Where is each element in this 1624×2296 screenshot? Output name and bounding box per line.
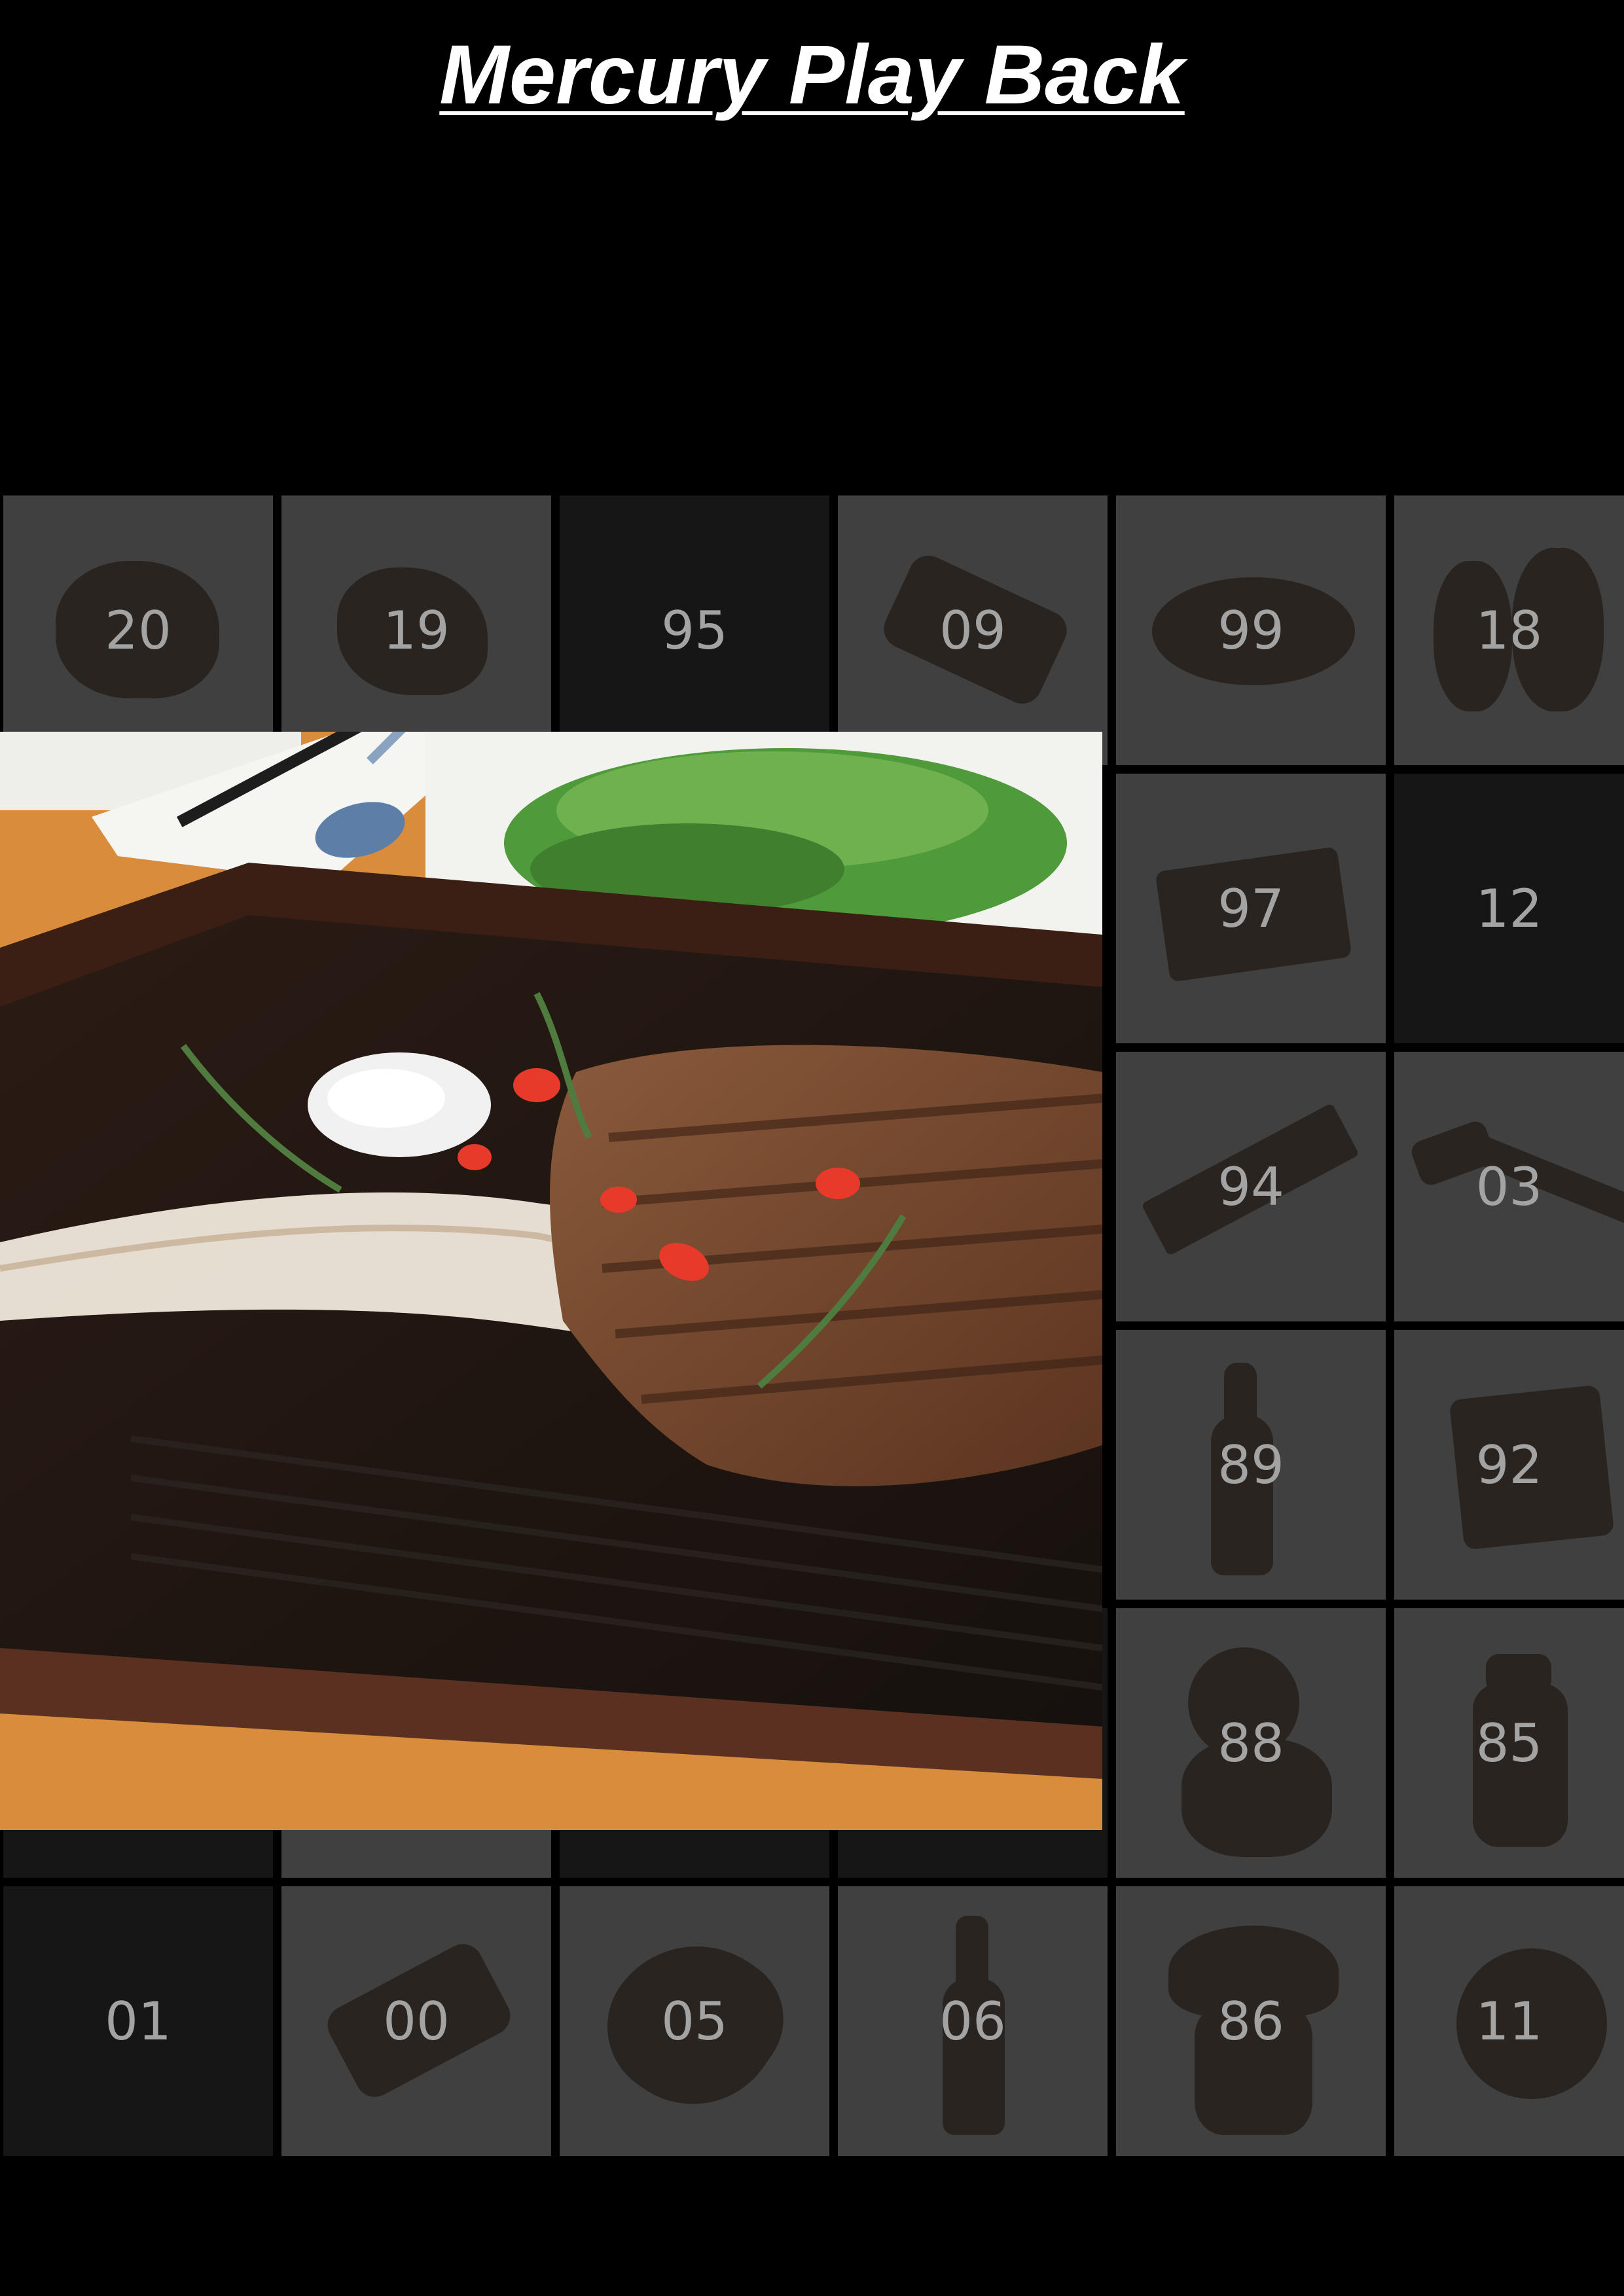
tile-label: 92 bbox=[1475, 1434, 1543, 1496]
tile-label: 19 bbox=[383, 600, 450, 661]
tile-09[interactable]: 09 bbox=[838, 495, 1108, 765]
steak-photo[interactable] bbox=[0, 732, 1102, 1830]
tile-86[interactable]: 86 bbox=[1116, 1886, 1386, 2156]
tile-label: 85 bbox=[1475, 1712, 1543, 1774]
tile-label: 18 bbox=[1475, 600, 1543, 661]
tile-label: 88 bbox=[1218, 1712, 1284, 1774]
steak-photo-image bbox=[0, 732, 1102, 1830]
tile-20[interactable]: 20 bbox=[3, 495, 273, 765]
tile-88[interactable]: 88 bbox=[1116, 1608, 1386, 1878]
tile-89[interactable]: 89 bbox=[1116, 1330, 1386, 1600]
tile-95[interactable]: 95 bbox=[560, 495, 829, 765]
tile-label: 03 bbox=[1475, 1156, 1543, 1217]
tile-label: 05 bbox=[661, 1990, 728, 2052]
tile-label: 89 bbox=[1218, 1434, 1284, 1496]
tile-18[interactable]: 18 bbox=[1394, 495, 1624, 765]
tile-label: 20 bbox=[105, 600, 171, 661]
tile-label: 95 bbox=[661, 600, 728, 661]
tile-label: 94 bbox=[1218, 1156, 1284, 1217]
tile-label: 12 bbox=[1475, 878, 1543, 939]
tile-97[interactable]: 97 bbox=[1116, 774, 1386, 1043]
tile-06[interactable]: 06 bbox=[838, 1886, 1108, 2156]
tile-11[interactable]: 11 bbox=[1394, 1886, 1624, 2156]
app-title: Mercury Play Back bbox=[439, 28, 1185, 122]
tile-01[interactable]: 01 bbox=[3, 1886, 273, 2156]
tile-label: 99 bbox=[1218, 600, 1284, 661]
tile-label: 86 bbox=[1218, 1990, 1284, 2052]
tile-85[interactable]: 85 bbox=[1394, 1608, 1624, 1878]
tile-03[interactable]: 03 bbox=[1394, 1052, 1624, 1321]
tile-label: 00 bbox=[383, 1990, 450, 2052]
tile-19[interactable]: 19 bbox=[281, 495, 551, 765]
tile-label: 01 bbox=[105, 1990, 171, 2052]
tile-label: 06 bbox=[939, 1990, 1006, 2052]
tile-label: 09 bbox=[939, 600, 1006, 661]
tile-94[interactable]: 94 bbox=[1116, 1052, 1386, 1321]
tile-label: 97 bbox=[1218, 878, 1284, 939]
tile-12[interactable]: 12 bbox=[1394, 774, 1624, 1043]
tile-label: 11 bbox=[1475, 1990, 1543, 2052]
tile-05[interactable]: 05 bbox=[560, 1886, 829, 2156]
tile-92[interactable]: 92 bbox=[1394, 1330, 1624, 1600]
tile-00[interactable]: 00 bbox=[281, 1886, 551, 2156]
tile-99[interactable]: 99 bbox=[1116, 495, 1386, 765]
